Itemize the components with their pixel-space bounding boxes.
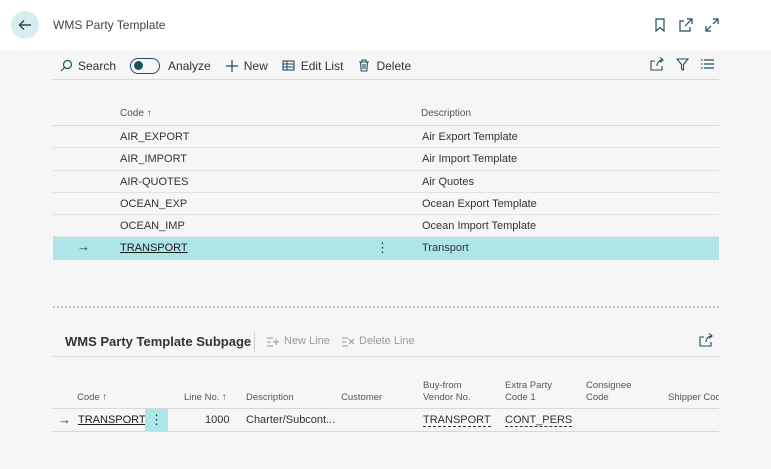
table-row[interactable]: AIR-QUOTES Air Quotes [53,171,719,193]
table-row[interactable]: AIR_IMPORT Air Import Template [53,148,719,171]
row-code[interactable]: AIR_IMPORT [120,153,187,165]
column-buy-from-line1[interactable]: Buy-from [423,380,462,392]
back-button[interactable] [11,11,39,39]
row-code[interactable]: AIR-QUOTES [120,176,188,188]
row-description: Air Import Template [422,153,518,166]
column-line-no[interactable]: Line No. ↑ [184,392,227,404]
table-row-selected[interactable]: → TRANSPORT ⋮ Transport [53,237,719,260]
column-extra-party-line1[interactable]: Extra Party [505,380,552,392]
row-code[interactable]: AIR_EXPORT [120,131,190,143]
new-line-icon [267,337,279,347]
section-divider [53,306,719,308]
row-description: Ocean Export Template [422,197,537,210]
row-code[interactable]: OCEAN_EXP [120,198,187,210]
share-icon[interactable] [649,56,665,72]
row-arrow-icon: → [58,412,71,427]
edit-list-label: Edit List [300,58,344,73]
row-description: Transport [422,242,469,255]
table-row[interactable]: OCEAN_IMP Ocean Import Template [53,215,719,238]
search-label: Search [78,58,117,73]
list-view-icon[interactable] [699,56,715,72]
row-description: Air Export Template [422,131,518,143]
delete-line-button[interactable]: Delete Line [341,335,415,347]
row-menu-button[interactable]: ⋮ [145,409,168,431]
column-code[interactable]: Code ↑ [120,108,152,119]
analyze-label: Analyze [168,58,211,73]
top-bar: WMS Party Template [0,0,771,50]
column-extra-party-line2[interactable]: Code 1 [505,392,536,404]
row-code-link[interactable]: TRANSPORT [120,242,188,254]
delete-label: Delete [376,58,412,73]
table-row[interactable]: AIR_EXPORT Air Export Template [53,126,719,149]
new-line-button[interactable]: New Line [266,335,330,347]
subpage-title: WMS Party Template Subpage [65,334,252,349]
new-line-label: New Line [284,335,330,347]
column-code[interactable]: Code ↑ [77,392,107,404]
row-extra-party[interactable]: CONT_PERS [505,414,573,427]
page-title: WMS Party Template [53,18,166,32]
subpage-grid: Code ↑ Line No. ↑ Description Customer B… [53,376,719,432]
arrow-left-icon [18,20,31,30]
subpage-header-row: Code ↑ Line No. ↑ Description Customer B… [53,376,719,409]
row-menu-icon[interactable]: ⋮ [376,240,389,256]
row-code[interactable]: OCEAN_IMP [120,220,185,232]
row-description: Air Quotes [422,175,474,188]
analyze-toggle[interactable]: Analyze [130,54,211,78]
row-arrow-icon: → [77,239,90,255]
new-button[interactable]: New [225,54,268,78]
column-consignee-line1[interactable]: Consignee [586,380,631,392]
bookmark-icon[interactable] [651,16,669,34]
delete-line-label: Delete Line [359,335,415,347]
row-description[interactable]: Charter/Subcont... [246,414,335,426]
search-icon [59,59,73,73]
share-icon[interactable] [699,333,715,349]
delete-line-icon [342,337,355,347]
column-description[interactable]: Description [421,108,471,119]
column-shipper-code[interactable]: Shipper Code [668,392,719,404]
column-customer[interactable]: Customer [341,392,382,404]
row-code-link[interactable]: TRANSPORT [78,414,146,426]
list-header: Code ↑ Description [53,102,719,126]
row-description: Ocean Import Template [422,220,537,233]
edit-list-button[interactable]: Edit List [282,54,344,78]
table-row[interactable]: OCEAN_EXP Ocean Export Template [53,193,719,216]
open-new-window-icon[interactable] [677,16,695,34]
toggle-switch[interactable] [130,57,161,74]
row-buy-from[interactable]: TRANSPORT [423,414,491,427]
column-description[interactable]: Description [246,392,294,404]
row-menu-icon: ⋮ [150,412,163,427]
search-button[interactable]: Search [59,54,116,78]
filter-icon[interactable] [674,56,690,72]
separator [254,332,255,352]
action-bar: Search Analyze New Edit List Delete [53,52,719,80]
row-line-no[interactable]: 1000 [205,414,229,426]
trash-icon [357,59,371,73]
column-buy-from-line2[interactable]: Vendor No. [423,392,471,404]
subpage-row[interactable]: → TRANSPORT ⋮ 1000 Charter/Subcont... TR… [53,409,719,432]
edit-list-icon [282,59,296,73]
template-list: Code ↑ Description AIR_EXPORT Air Export… [53,102,719,260]
plus-icon [225,59,239,73]
column-consignee-line2[interactable]: Code [586,392,609,404]
new-label: New [243,58,268,73]
subpage-header: WMS Party Template Subpage New Line Dele… [53,330,719,357]
delete-button[interactable]: Delete [357,54,411,78]
expand-icon[interactable] [703,16,721,34]
